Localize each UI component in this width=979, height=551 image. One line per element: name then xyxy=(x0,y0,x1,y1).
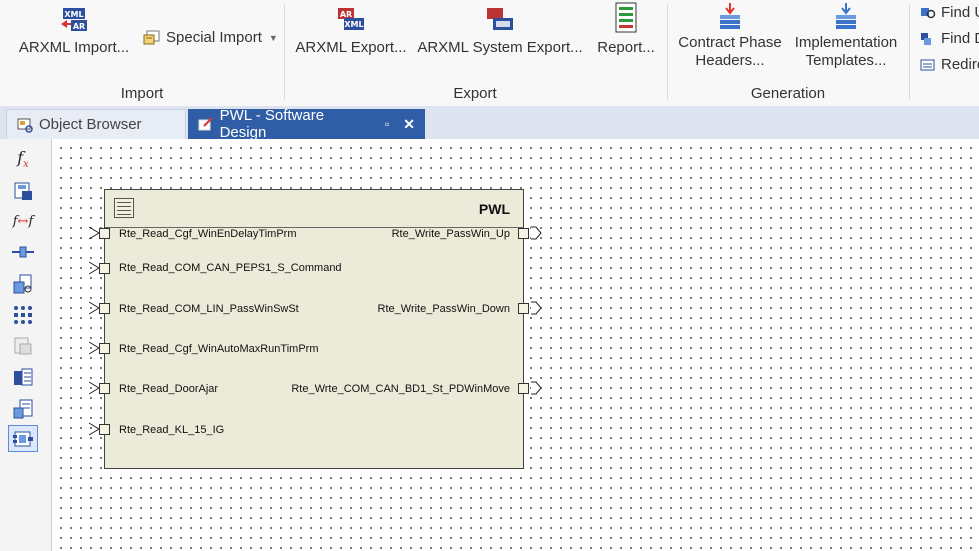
table-view-button[interactable] xyxy=(8,364,38,391)
arxml-export-button[interactable]: AR XML ARXML Export... xyxy=(294,6,408,57)
contract-phase-label-1: Contract Phase xyxy=(678,34,782,51)
report-label: Report... xyxy=(597,39,655,56)
special-import-icon xyxy=(143,30,160,44)
generation-group-label: Generation xyxy=(750,85,826,102)
redirect-icon xyxy=(920,59,935,70)
export-group-label: Export xyxy=(453,85,497,102)
out-port-box[interactable] xyxy=(518,303,529,314)
document-tab-strip: Object Browser PWL - Software Design ▫ ✕ xyxy=(0,106,979,142)
report-icon xyxy=(615,2,637,33)
disabled-component-icon xyxy=(14,337,32,354)
component-search-button[interactable] xyxy=(8,270,38,297)
sender-port-icon xyxy=(531,226,542,240)
implementation-label-2: Templates... xyxy=(805,52,887,69)
save-component-icon xyxy=(14,182,32,200)
svg-text:AR: AR xyxy=(340,10,352,19)
component-layout-button[interactable] xyxy=(8,425,38,452)
sender-port-icon xyxy=(531,381,542,395)
diagram-toolbar: fx f↔f xyxy=(0,139,52,551)
special-import-label: Special Import xyxy=(166,29,262,46)
arxml-import-label: ARXML Import... xyxy=(18,39,130,56)
chevron-down-icon: ▼ xyxy=(268,32,278,43)
out-port-label: Rte_Write_PassWin_Down xyxy=(377,303,510,315)
arxml-import-icon: XML AR xyxy=(61,8,87,31)
find-definition-label: Find D xyxy=(941,30,979,47)
find-definition-button[interactable]: Find D xyxy=(920,30,979,47)
out-port-box[interactable] xyxy=(518,383,529,394)
in-port-label: Rte_Read_COM_CAN_PEPS1_S_Command xyxy=(119,262,342,274)
arxml-system-export-icon xyxy=(487,8,513,30)
arxml-export-label: ARXML Export... xyxy=(295,39,407,56)
out-port-label: Rte_Write_PassWin_Up xyxy=(391,228,510,240)
arxml-import-button[interactable]: XML AR ARXML Import... xyxy=(15,6,133,57)
group-separator xyxy=(667,4,668,100)
in-port-label: Rte_Read_COM_LIN_PassWinSwSt xyxy=(119,303,299,315)
contract-phase-label-2: Headers... xyxy=(695,52,765,69)
component-layout-icon xyxy=(13,431,33,446)
function-mapping-button[interactable]: f↔f xyxy=(8,208,38,235)
in-port-box[interactable] xyxy=(99,383,110,394)
implementation-templates-button[interactable]: Implementation Templates... xyxy=(790,2,902,70)
redirect-button[interactable]: Redire xyxy=(920,56,979,73)
function-button[interactable]: fx xyxy=(8,146,38,173)
in-port-box[interactable] xyxy=(99,343,110,354)
in-port-label: Rte_Read_Cgf_WinAutoMaxRunTimPrm xyxy=(119,343,319,355)
redirect-label: Redire xyxy=(941,56,979,73)
object-browser-icon xyxy=(17,118,33,133)
in-port-label: Rte_Read_DoorAjar xyxy=(119,383,219,395)
report-button[interactable]: Report... xyxy=(594,2,658,57)
arxml-system-export-label: ARXML System Export... xyxy=(417,39,583,56)
function-mapping-icon: f↔f xyxy=(12,214,34,229)
out-port-box[interactable] xyxy=(518,228,529,239)
find-usages-label: Find U xyxy=(941,4,979,21)
save-component-button[interactable] xyxy=(8,177,38,204)
arxml-export-icon: AR XML xyxy=(338,8,364,30)
out-port-label: Rte_Wrte_COM_CAN_BD1_St_PDWinMove xyxy=(291,383,510,395)
connector-button[interactable] xyxy=(8,238,38,265)
group-separator xyxy=(909,4,910,100)
data-view-button[interactable] xyxy=(8,395,38,422)
component-header: PWL xyxy=(105,190,523,228)
special-import-button[interactable]: Special Import ▼ xyxy=(143,29,278,46)
tab-label: PWL - Software Design xyxy=(219,107,325,141)
svg-text:XML: XML xyxy=(64,10,83,19)
find-definition-icon xyxy=(921,32,931,45)
tab-pwl-software-design[interactable]: PWL - Software Design ▫ ✕ xyxy=(188,107,425,141)
design-canvas[interactable]: PWL Rte_Read_Cgf_WinEnDelayTimPrm Rte_Re… xyxy=(52,139,979,551)
import-group-label: Import xyxy=(120,85,164,102)
connector-icon xyxy=(12,246,34,257)
in-port-label: Rte_Read_Cgf_WinEnDelayTimPrm xyxy=(119,228,297,240)
software-design-icon xyxy=(198,117,213,131)
in-port-box[interactable] xyxy=(99,228,110,239)
in-port-box[interactable] xyxy=(99,303,110,314)
in-port-label: Rte_Read_KL_15_IG xyxy=(119,424,225,436)
in-port-box[interactable] xyxy=(99,424,110,435)
sender-port-icon xyxy=(531,301,542,315)
in-port-box[interactable] xyxy=(99,263,110,274)
pin-icon[interactable]: ▫ xyxy=(385,117,389,131)
port-grid-icon xyxy=(14,305,32,324)
close-icon[interactable]: ✕ xyxy=(403,116,415,133)
group-separator xyxy=(284,4,285,100)
find-usages-icon xyxy=(921,7,936,18)
tab-label: Object Browser xyxy=(39,116,142,133)
data-view-icon xyxy=(13,399,33,418)
tab-object-browser[interactable]: Object Browser xyxy=(6,109,186,139)
port-grid-button[interactable] xyxy=(8,301,38,328)
table-view-icon xyxy=(14,368,33,385)
disabled-component-button[interactable] xyxy=(8,332,38,359)
component-search-icon xyxy=(13,274,32,293)
contract-headers-icon xyxy=(720,3,740,29)
function-icon: fx xyxy=(17,148,29,171)
implementation-label-1: Implementation xyxy=(794,34,898,51)
contract-phase-headers-button[interactable]: Contract Phase Headers... xyxy=(676,2,784,70)
svg-text:XML: XML xyxy=(344,20,363,29)
component-title: PWL xyxy=(478,201,510,217)
find-usages-button[interactable]: Find U xyxy=(920,4,979,21)
component-type-icon xyxy=(114,198,134,218)
implementation-templates-icon xyxy=(836,3,856,29)
ribbon: XML AR ARXML Import... Special Import ▼ … xyxy=(0,0,979,107)
arxml-system-export-button[interactable]: ARXML System Export... xyxy=(416,6,584,57)
svg-text:AR: AR xyxy=(73,22,85,31)
